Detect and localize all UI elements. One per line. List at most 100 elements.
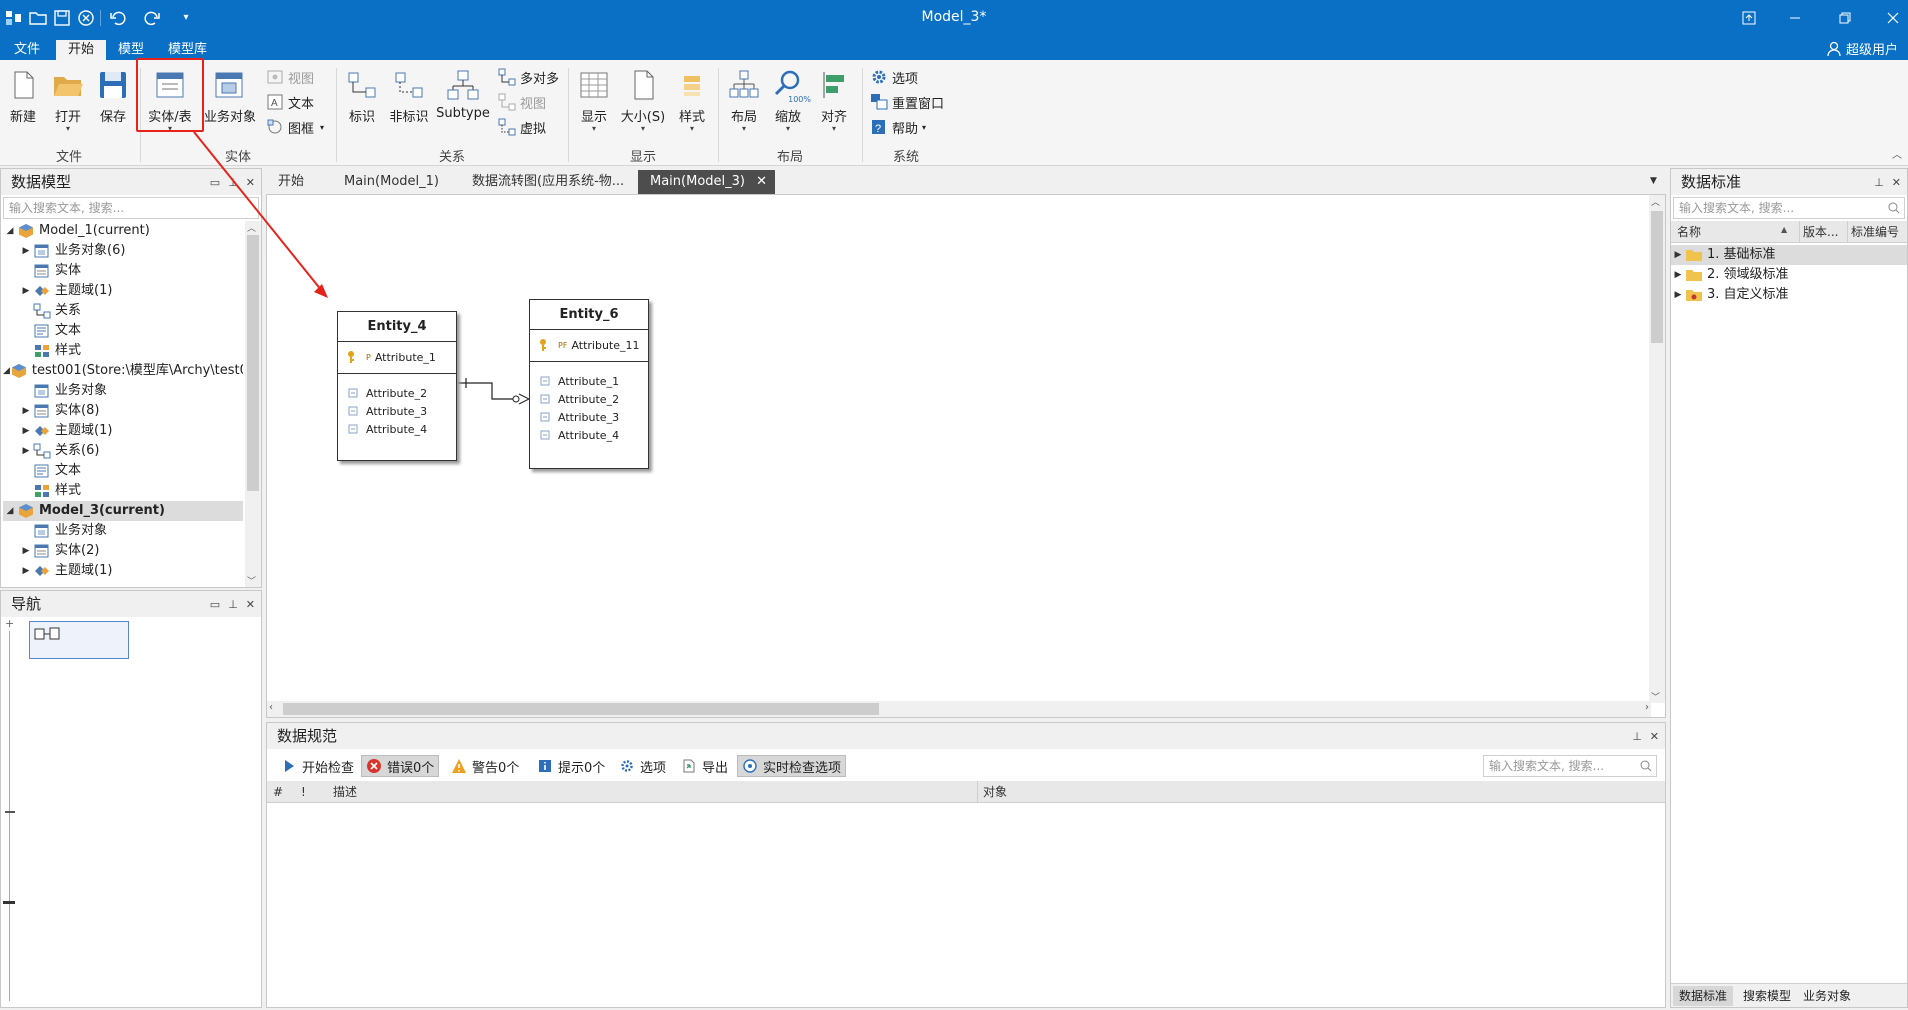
entity-view-button[interactable]: 视图 <box>266 66 314 88</box>
tree-node[interactable]: 样式 <box>3 481 243 501</box>
subtype-button[interactable]: Subtype <box>436 68 490 121</box>
menu-model[interactable]: 模型 <box>106 40 156 60</box>
menu-model-library[interactable]: 模型库 <box>156 40 219 60</box>
standards-search-input[interactable]: 输入搜索文本, 搜索... <box>1673 197 1905 219</box>
size-button[interactable]: 大小(S) ▾ <box>620 68 666 133</box>
tab-data-flow[interactable]: 数据流转图(应用系统-物... <box>460 170 636 194</box>
zoom-slider-thumb[interactable] <box>3 901 15 904</box>
column-description[interactable]: 描述 <box>333 781 357 803</box>
close-panel-icon[interactable]: ✕ <box>1892 176 1901 189</box>
expand-arrow-icon[interactable]: ▶ <box>1671 265 1685 285</box>
tree-node[interactable]: ▶ 实体(8) <box>3 401 243 421</box>
close-panel-icon[interactable]: ✕ <box>1650 730 1659 743</box>
tree-node[interactable]: 业务对象 <box>3 521 243 541</box>
reset-window-button[interactable]: 重置窗口 <box>870 91 944 113</box>
style-button[interactable]: 样式 ▾ <box>674 68 710 133</box>
tab-main-model3[interactable]: Main(Model_3) ✕ <box>638 170 775 194</box>
help-button[interactable]: ? 帮助 ▾ <box>870 116 926 138</box>
column-number[interactable]: # <box>273 781 283 803</box>
layout-button[interactable]: 布局 ▾ <box>726 68 762 133</box>
export-button[interactable]: 导出 <box>677 755 732 777</box>
scroll-up-icon[interactable]: ︿ <box>1651 195 1660 208</box>
collapse-ribbon-icon[interactable]: ︿ <box>1892 146 1902 161</box>
close-panel-icon[interactable]: ✕ <box>246 598 255 611</box>
tree-node[interactable]: 文本 <box>3 321 243 341</box>
new-button[interactable]: 新建 <box>6 68 40 125</box>
display-button[interactable]: 显示 ▾ <box>576 68 612 133</box>
column-standard-number[interactable]: 标准编号 <box>1851 221 1899 243</box>
ribbon-display-options-icon[interactable] <box>1734 6 1764 30</box>
align-button[interactable]: 对齐 ▾ <box>816 68 852 133</box>
restore-icon[interactable] <box>1830 6 1860 30</box>
expand-arrow-icon[interactable]: ▶ <box>19 241 33 261</box>
user-account[interactable]: 超级用户 <box>1826 39 1898 58</box>
minimize-icon[interactable] <box>1780 6 1810 30</box>
attribute-row[interactable]: Attribute_2 <box>346 386 427 400</box>
save-button[interactable]: 保存 <box>96 68 130 125</box>
expand-arrow-icon[interactable]: ▶ <box>19 401 33 421</box>
column-version[interactable]: 版本... <box>1803 221 1838 243</box>
entity-box[interactable]: Entity_6 PF Attribute_11 Attribute_1 Att… <box>529 299 649 469</box>
column-severity[interactable]: ! <box>301 781 306 803</box>
tab-main-model1[interactable]: Main(Model_1) <box>332 170 451 194</box>
key-attribute[interactable]: PF Attribute_11 <box>538 338 640 352</box>
attribute-row[interactable]: Attribute_3 <box>538 410 619 424</box>
attribute-row[interactable]: Attribute_4 <box>538 428 619 442</box>
check-options-button[interactable]: 选项 <box>615 755 670 777</box>
relation-view-button[interactable]: 视图 <box>498 91 546 113</box>
menu-home[interactable]: 开始 <box>56 40 107 60</box>
tab-search-model[interactable]: 搜索模型 <box>1737 986 1797 1006</box>
expand-arrow-icon[interactable]: ▶ <box>1671 285 1685 305</box>
virtual-relation-button[interactable]: 虚拟 <box>498 116 546 138</box>
scroll-right-icon[interactable]: › <box>1645 702 1649 713</box>
canvas-horizontal-scrollbar[interactable]: ‹ › <box>267 701 1651 717</box>
standards-item[interactable]: ▶ 1. 基础标准 <box>1671 245 1907 265</box>
tab-data-standards[interactable]: 数据标准 <box>1673 986 1734 1006</box>
expand-arrow-icon[interactable]: ▶ <box>19 421 33 441</box>
navigation-viewport[interactable] <box>29 621 129 659</box>
column-name[interactable]: 名称 <box>1677 221 1701 243</box>
scroll-thumb[interactable] <box>283 703 879 715</box>
collapse-arrow-icon[interactable]: ◢ <box>3 361 10 381</box>
open-button[interactable]: 打开 ▾ <box>50 68 86 133</box>
tree-model-node[interactable]: ◢ test001(Store:\模型库\Archy\test0... <box>3 361 243 381</box>
tree-node[interactable]: ▶ 关系(6) <box>3 441 243 461</box>
collapse-arrow-icon[interactable]: ◢ <box>3 501 17 521</box>
standards-item[interactable]: ▶ 3. 自定义标准 <box>1671 285 1907 305</box>
tree-node[interactable]: ▶ 实体(2) <box>3 541 243 561</box>
menu-file[interactable]: 文件 <box>2 40 52 60</box>
entity-box[interactable]: Entity_4 P Attribute_1 Attribute_2 Attri… <box>337 311 457 461</box>
warnings-filter-button[interactable]: 警告0个 <box>447 755 523 777</box>
tab-business-object[interactable]: 业务对象 <box>1797 986 1857 1006</box>
zoom-button[interactable]: 100% 缩放 ▾ <box>770 68 811 133</box>
diagram-canvas[interactable]: Entity_4 P Attribute_1 Attribute_2 Attri… <box>266 194 1666 718</box>
scroll-left-icon[interactable]: ‹ <box>269 702 273 713</box>
spec-search-input[interactable]: 输入搜索文本, 搜索... <box>1483 755 1657 777</box>
close-window-icon[interactable] <box>1878 6 1908 30</box>
expand-arrow-icon[interactable]: ▶ <box>19 561 33 581</box>
text-button[interactable]: A 文本 <box>266 91 314 113</box>
pin-panel-icon[interactable]: ⊥ <box>228 598 238 611</box>
expand-arrow-icon[interactable]: ▶ <box>19 281 33 301</box>
tree-node[interactable]: 文本 <box>3 461 243 481</box>
float-panel-icon[interactable]: ▭ <box>210 598 220 611</box>
errors-filter-button[interactable]: 错误0个 <box>361 755 440 777</box>
many-to-many-button[interactable]: 多对多 <box>498 66 559 88</box>
relationship-line[interactable] <box>267 195 1667 719</box>
zoom-in-icon[interactable]: + <box>5 617 14 630</box>
business-object-button[interactable]: 业务对象 <box>204 68 256 125</box>
hints-filter-button[interactable]: 提示0个 <box>533 755 609 777</box>
scroll-down-icon[interactable]: ﹀ <box>1651 690 1660 703</box>
scroll-down-icon[interactable]: ﹀ <box>247 574 256 587</box>
close-tab-icon[interactable]: ✕ <box>756 170 767 194</box>
pin-panel-icon[interactable]: ⊥ <box>1874 176 1884 189</box>
start-check-button[interactable]: 开始检查 <box>277 755 358 777</box>
attribute-row[interactable]: Attribute_4 <box>346 422 427 436</box>
collapse-arrow-icon[interactable]: ◢ <box>3 221 17 241</box>
canvas-vertical-scrollbar[interactable]: ︿ ﹀ <box>1649 195 1665 703</box>
expand-arrow-icon[interactable]: ▶ <box>19 441 33 461</box>
standards-item[interactable]: ▶ 2. 领域级标准 <box>1671 265 1907 285</box>
tree-node[interactable]: 业务对象 <box>3 381 243 401</box>
key-attribute[interactable]: P Attribute_1 <box>346 350 436 364</box>
scroll-thumb[interactable] <box>1651 211 1663 343</box>
